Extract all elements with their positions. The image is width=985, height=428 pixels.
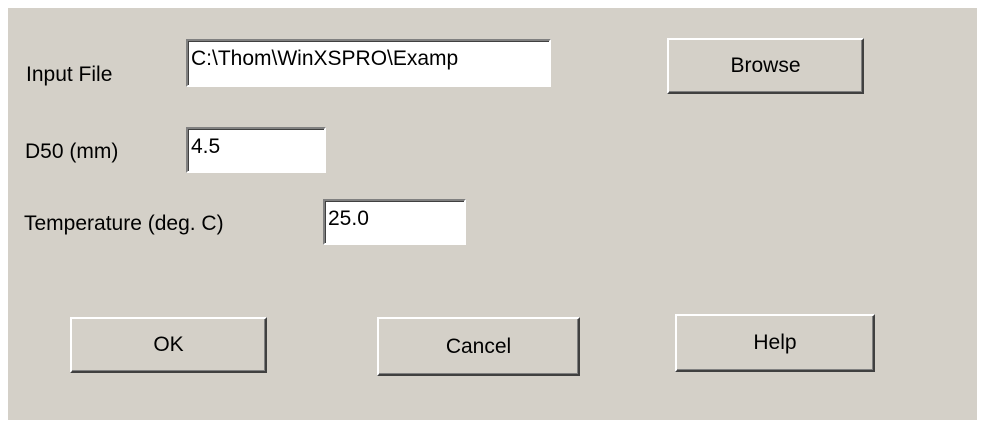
input-file-field[interactable]: C:\Thom\WinXSPRO\Examp	[186, 39, 551, 87]
d50-field[interactable]: 4.5	[186, 127, 326, 173]
temperature-field[interactable]: 25.0	[323, 199, 466, 245]
ok-button[interactable]: OK	[70, 317, 267, 373]
d50-label: D50 (mm)	[25, 140, 119, 163]
browse-button[interactable]: Browse	[667, 38, 864, 94]
sediment-input-dialog: Input File C:\Thom\WinXSPRO\Examp Browse…	[8, 8, 977, 420]
cancel-button[interactable]: Cancel	[377, 317, 580, 376]
help-button[interactable]: Help	[675, 314, 875, 372]
temperature-label: Temperature (deg. C)	[24, 212, 224, 235]
input-file-label: Input File	[26, 63, 113, 86]
